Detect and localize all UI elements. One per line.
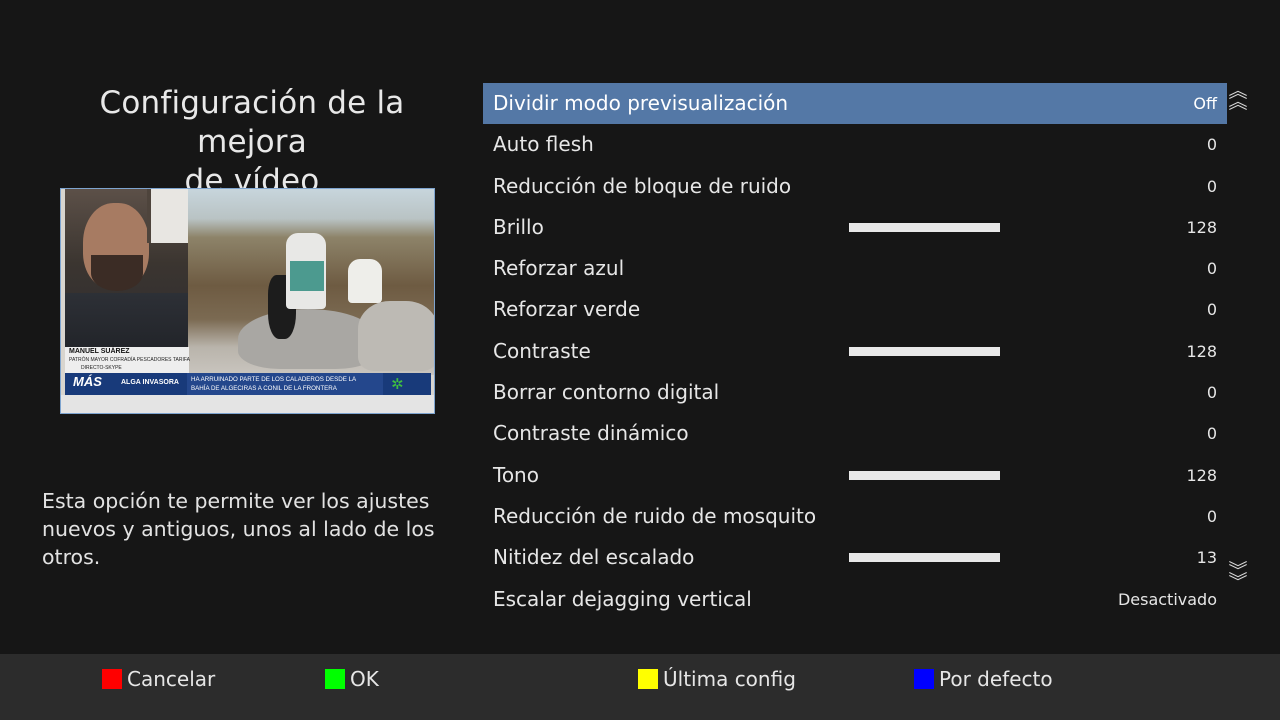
menu-item-label: Nitidez del escalado <box>493 545 695 570</box>
menu-item-slider[interactable] <box>849 470 1000 480</box>
menu-item[interactable]: Contraste 128 <box>483 331 1227 372</box>
menu-item[interactable]: Reducción de ruido de mosquito 0 <box>483 496 1227 537</box>
menu-item-label: Reforzar azul <box>493 256 625 281</box>
menu-item[interactable]: Reducción de bloque de ruido 0 <box>483 166 1227 207</box>
preview-source: DIRECTO-SKYPE <box>81 365 122 371</box>
chevron-up-double-icon[interactable]: ︽ ︽ <box>1228 82 1248 112</box>
menu-item-slider[interactable] <box>849 553 1000 563</box>
menu-item-value: 0 <box>1206 135 1217 155</box>
menu-item[interactable]: Dividir modo previsualización Off <box>483 83 1227 125</box>
menu-item[interactable]: Escalar dejagging vertical Desactivado <box>483 579 1227 620</box>
menu-item-label: Contraste <box>493 338 591 363</box>
menu-item-value: 0 <box>1206 506 1217 526</box>
preview-role: PATRÓN MAYOR COFRADÍA PESCADORES TARIFA <box>69 357 190 363</box>
menu-item-label: Brillo <box>493 214 544 239</box>
cancel-label: Cancelar <box>127 667 216 691</box>
menu-item-value: Off <box>1193 94 1217 113</box>
menu-item-value: 0 <box>1206 300 1217 320</box>
menu-item-value: 0 <box>1206 259 1217 279</box>
option-description: Esta opción te permite ver los ajustes n… <box>42 487 482 571</box>
menu-item[interactable]: Nitidez del escalado 13 <box>483 537 1227 578</box>
last-config-label: Última config <box>663 667 796 691</box>
cancel-button[interactable]: Cancelar <box>102 666 215 692</box>
menu-item[interactable]: Brillo 128 <box>483 207 1227 248</box>
menu-item-value: 0 <box>1206 383 1217 403</box>
preview-name-bar: MANUEL SUÁREZ PATRÓN MAYOR COFRADÍA PESC… <box>65 347 190 373</box>
menu-item[interactable]: Borrar contorno digital 0 <box>483 372 1227 413</box>
menu-item-slider[interactable] <box>849 346 1000 356</box>
chevron-down-double-icon[interactable]: ︾ ︾ <box>1228 562 1248 592</box>
preview-shorts <box>290 261 324 291</box>
page-title-line1: Configuración de la mejora <box>99 85 405 160</box>
menu-item-label: Auto flesh <box>493 132 594 157</box>
blue-key-icon <box>914 669 934 689</box>
preview-headline: HA ARRUINADO PARTE DE LOS CALADEROS DESD… <box>187 373 383 395</box>
preview-rock <box>238 309 378 369</box>
option-description-line1: Esta opción te permite ver los ajustes <box>42 489 430 513</box>
preview-channel-logo: MÁS <box>73 374 102 389</box>
menu-item-label: Dividir modo previsualización <box>493 91 789 115</box>
menu-item-value: 0 <box>1206 176 1217 196</box>
default-label: Por defecto <box>939 667 1053 691</box>
red-key-icon <box>102 669 122 689</box>
menu-item-label: Reforzar verde <box>493 297 641 322</box>
menu-item-slider[interactable] <box>849 222 1000 232</box>
ok-label: OK <box>350 667 379 691</box>
menu-item-slider-fill <box>849 222 1000 232</box>
preview-beach-scene <box>188 189 434 375</box>
preview-beard <box>91 255 143 291</box>
menu-item-label: Tono <box>493 462 539 487</box>
menu-item-slider-fill <box>849 553 1000 563</box>
menu-item[interactable]: Reforzar azul 0 <box>483 248 1227 289</box>
menu-item-value: 13 <box>1196 548 1217 568</box>
menu-item-value: 128 <box>1186 341 1217 361</box>
preview-window <box>147 189 191 243</box>
menu-item-label: Borrar contorno digital <box>493 380 720 405</box>
menu-item-value: 0 <box>1206 424 1217 444</box>
menu-item[interactable]: Auto flesh 0 <box>483 124 1227 165</box>
yellow-key-icon <box>638 669 658 689</box>
preview-ticker: MÁS ALGA INVASORA HA ARRUINADO PARTE DE … <box>65 373 431 395</box>
ok-button[interactable]: OK <box>325 666 379 692</box>
menu-item-slider-fill <box>849 346 1000 356</box>
preview-name: MANUEL SUÁREZ <box>69 348 130 355</box>
preview-bottom-strip <box>61 395 434 413</box>
preview-headline-line2: BAHÍA DE ALGECIRAS A CONIL DE LA FRONTER… <box>191 385 337 392</box>
menu-item-label: Reducción de bloque de ruido <box>493 173 792 198</box>
preview-rock <box>358 301 434 371</box>
regional-emblem-icon: ✲ <box>391 375 404 393</box>
menu-item-slider-fill <box>849 470 1000 480</box>
green-key-icon <box>325 669 345 689</box>
video-preview: MANUEL SUÁREZ PATRÓN MAYOR COFRADÍA PESC… <box>60 188 435 414</box>
menu-item-label: Contraste dinámico <box>493 421 689 446</box>
menu-item-label: Escalar dejagging vertical <box>493 586 752 611</box>
footer-bar: Cancelar OK Última config Por defecto <box>0 654 1280 720</box>
preview-tag: ALGA INVASORA <box>121 379 179 386</box>
menu-item-value: 128 <box>1186 465 1217 485</box>
preview-headline-line1: HA ARRUINADO PARTE DE LOS CALADEROS DESD… <box>191 376 357 383</box>
default-button[interactable]: Por defecto <box>914 666 1053 692</box>
menu-item[interactable]: Contraste dinámico 0 <box>483 413 1227 454</box>
option-description-line2: nuevos y antiguos, unos al lado de los o… <box>42 517 435 569</box>
menu-item-value: Desactivado <box>1117 589 1217 609</box>
menu-item-value: 128 <box>1186 217 1217 237</box>
menu-item-label: Reducción de ruido de mosquito <box>493 503 817 528</box>
page-title: Configuración de la mejora de vídeo <box>42 84 462 201</box>
menu-item[interactable]: Reforzar verde 0 <box>483 289 1227 330</box>
last-config-button[interactable]: Última config <box>638 666 796 692</box>
preview-person <box>348 259 382 303</box>
menu-item[interactable]: Tono 128 <box>483 455 1227 496</box>
settings-menu: Dividir modo previsualización Off Auto fle… <box>483 83 1227 620</box>
